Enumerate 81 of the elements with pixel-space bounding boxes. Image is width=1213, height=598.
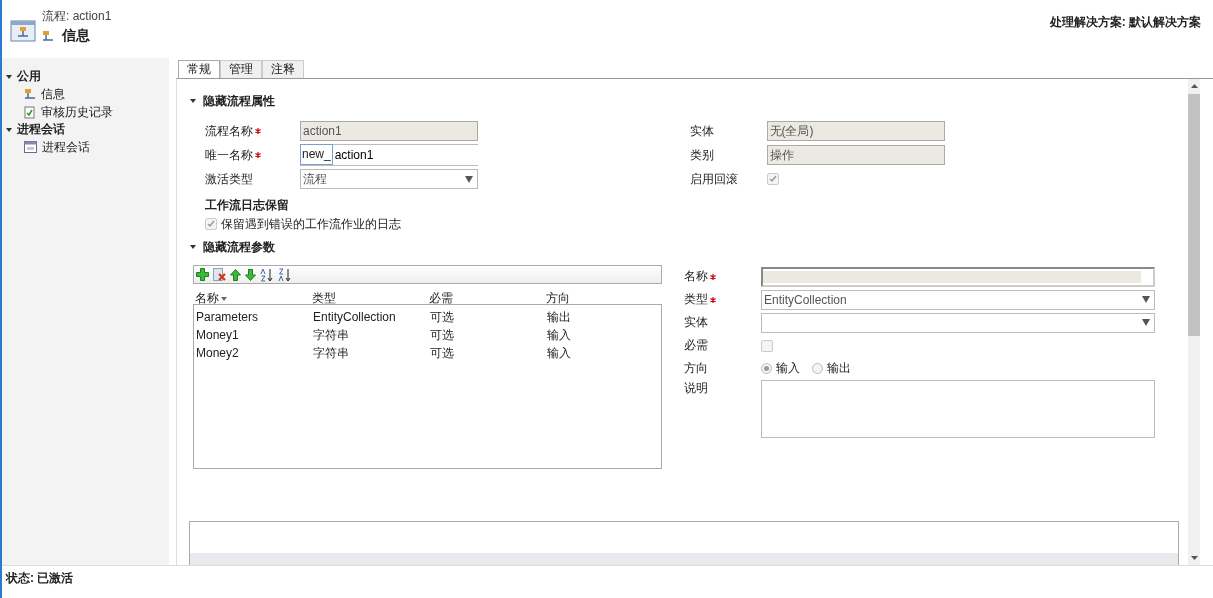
field-label: 启用回滚 bbox=[689, 170, 738, 188]
table-cell: 可选 bbox=[430, 326, 454, 344]
table-cell: 可选 bbox=[430, 308, 454, 326]
field-label: 实体 bbox=[684, 314, 708, 331]
nav-item[interactable]: 进程会话 bbox=[42, 138, 90, 156]
tab[interactable]: 注释 bbox=[262, 60, 304, 78]
column-header[interactable]: 方向 bbox=[546, 290, 570, 307]
dropdown-arrow-icon bbox=[1142, 296, 1150, 303]
solution-label: 处理解决方案: 默认解决方案 bbox=[1049, 14, 1201, 31]
field-label: 方向 bbox=[684, 360, 708, 377]
dropdown-arrow-icon bbox=[1142, 319, 1150, 326]
field-label: 必需 bbox=[684, 337, 708, 354]
table-cell: 输出 bbox=[547, 308, 571, 326]
field-label: 名称 bbox=[684, 268, 708, 285]
table-cell: 字符串 bbox=[313, 326, 349, 344]
flow-icon bbox=[24, 87, 36, 101]
table-cell: Money1 bbox=[196, 328, 239, 342]
nav-group-label[interactable]: 公用 bbox=[17, 68, 41, 85]
collapse-arrow-icon[interactable] bbox=[5, 125, 13, 134]
table-cell: Parameters bbox=[196, 310, 259, 324]
field-label: 唯一名称 bbox=[205, 146, 253, 164]
tab[interactable]: 管理 bbox=[220, 60, 262, 78]
field-label: 流程名称 bbox=[205, 122, 253, 140]
table-cell: 输入 bbox=[547, 326, 571, 344]
move-down-icon[interactable] bbox=[245, 268, 256, 281]
checkbox[interactable] bbox=[761, 339, 773, 352]
nav-item[interactable]: 信息 bbox=[41, 85, 65, 103]
dropdown-field[interactable]: 流程 bbox=[300, 169, 478, 189]
add-icon[interactable] bbox=[196, 268, 209, 281]
nav-item[interactable]: 审核历史记录 bbox=[41, 103, 113, 121]
checkbox[interactable] bbox=[766, 173, 779, 185]
document-check-icon bbox=[24, 105, 36, 119]
checkbox[interactable] bbox=[205, 218, 217, 230]
delete-icon[interactable] bbox=[213, 268, 226, 281]
table-cell: 输入 bbox=[547, 344, 571, 362]
readonly-field: 操作 bbox=[766, 145, 945, 165]
section-heading[interactable]: 隐藏流程属性 bbox=[203, 92, 275, 110]
dropdown-arrow-icon bbox=[465, 175, 473, 183]
dropdown-field[interactable] bbox=[761, 312, 1155, 333]
move-up-icon[interactable] bbox=[230, 268, 241, 281]
radio-label: 输入 bbox=[776, 360, 800, 377]
table-cell: Money2 bbox=[196, 346, 239, 360]
page-title: 信息 bbox=[62, 27, 90, 45]
name-input[interactable] bbox=[761, 266, 1155, 287]
table-cell: 可选 bbox=[430, 344, 454, 362]
column-header[interactable]: 类型 bbox=[312, 290, 336, 307]
entity-label: 流程: action1 bbox=[42, 8, 113, 25]
table-cell: 字符串 bbox=[313, 344, 349, 362]
dropdown-field[interactable]: EntityCollection bbox=[761, 289, 1155, 310]
calendar-icon bbox=[24, 141, 37, 153]
prefix-field: new_ bbox=[300, 144, 333, 165]
radio-button[interactable] bbox=[812, 363, 823, 374]
checkbox-label: 保留遇到错误的工作流作业的日志 bbox=[221, 215, 401, 233]
sort-ascending-icon[interactable] bbox=[260, 267, 274, 282]
field-label: 类型 bbox=[684, 291, 708, 308]
scrollbar[interactable] bbox=[1188, 79, 1200, 565]
column-header[interactable]: 必需 bbox=[429, 290, 453, 307]
unique-name-input[interactable]: action1 bbox=[332, 145, 477, 165]
status-text: 状态: 已激活 bbox=[6, 569, 74, 587]
flow-icon bbox=[42, 29, 54, 43]
column-header[interactable]: 名称 bbox=[195, 290, 219, 307]
section-heading[interactable]: 隐藏流程参数 bbox=[203, 238, 275, 256]
subsection-heading: 工作流日志保留 bbox=[205, 197, 290, 214]
collapse-arrow-icon[interactable] bbox=[189, 243, 197, 251]
scroll-up-icon[interactable] bbox=[1190, 84, 1198, 88]
radio-button[interactable] bbox=[761, 363, 772, 374]
field-label: 实体 bbox=[689, 122, 714, 140]
field-label: 类别 bbox=[689, 146, 714, 164]
readonly-field: action1 bbox=[300, 121, 478, 141]
process-icon bbox=[10, 18, 36, 44]
readonly-field: 无(全局) bbox=[766, 121, 945, 141]
field-label: 说明 bbox=[684, 380, 708, 397]
field-label: 激活类型 bbox=[205, 170, 253, 188]
radio-label: 输出 bbox=[827, 360, 851, 377]
collapse-arrow-icon[interactable] bbox=[189, 97, 197, 105]
sort-descending-icon[interactable] bbox=[278, 267, 292, 282]
scroll-down-icon[interactable] bbox=[1190, 556, 1198, 560]
nav-group-label[interactable]: 进程会话 bbox=[17, 121, 65, 138]
tab[interactable]: 常规 bbox=[178, 60, 220, 78]
collapse-arrow-icon[interactable] bbox=[5, 72, 13, 81]
table-cell: EntityCollection bbox=[313, 310, 396, 324]
